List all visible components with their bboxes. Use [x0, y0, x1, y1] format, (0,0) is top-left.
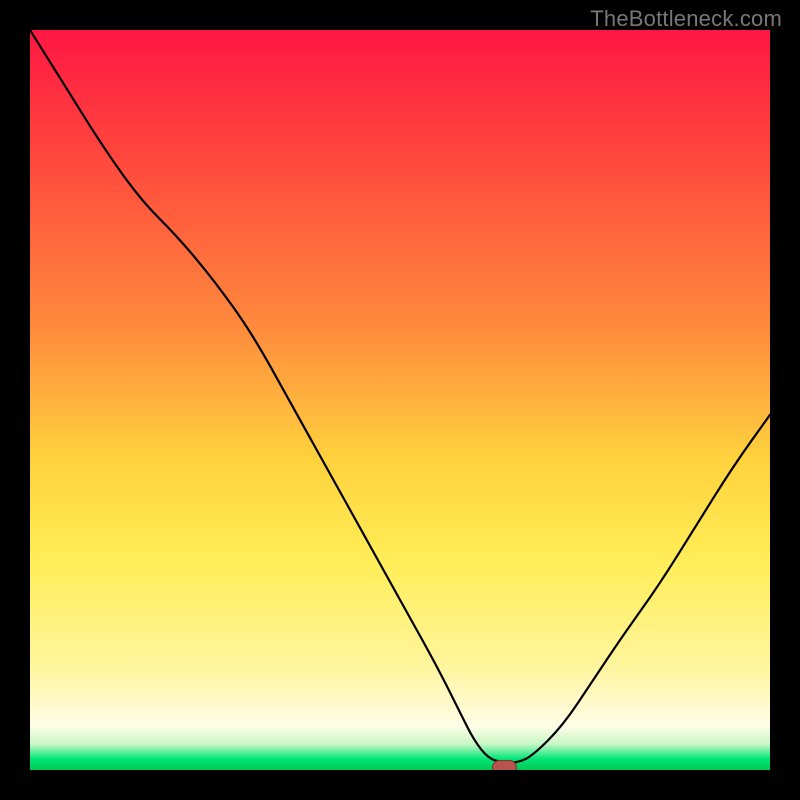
- watermark-label: TheBottleneck.com: [590, 6, 782, 32]
- chart-frame: TheBottleneck.com: [0, 0, 800, 800]
- plot-area: [30, 30, 770, 770]
- optimal-marker: [492, 760, 518, 770]
- bottleneck-curve: [30, 30, 770, 770]
